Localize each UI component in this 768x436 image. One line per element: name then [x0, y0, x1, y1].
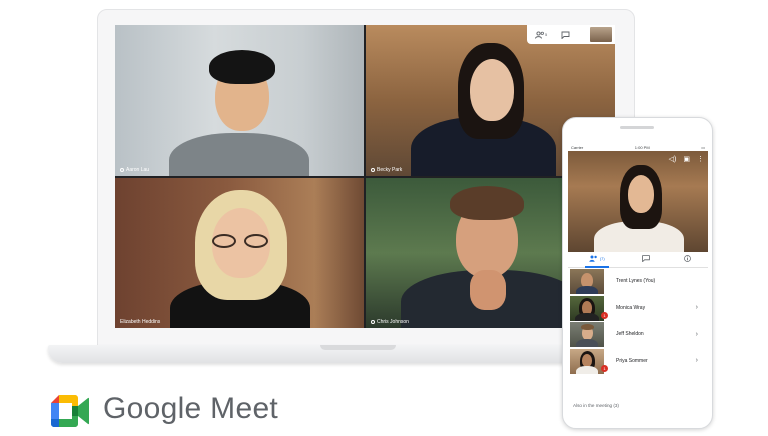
mic-icon — [120, 168, 124, 172]
people-icon[interactable]: 5 — [535, 30, 547, 39]
participant-list: Trent Lynes (You) 1 Monica Wray › Jeff S… — [568, 268, 708, 374]
phone-screen: Carrier 1:00 PM ▭ ◁) ▣ ⋮ (7) Trent Lynes… — [568, 144, 708, 408]
participant-name: Aaron Lau — [120, 167, 149, 173]
mic-icon — [371, 168, 375, 172]
phone-video-controls: ◁) ▣ ⋮ — [669, 155, 704, 163]
tab-people[interactable]: (7) — [584, 252, 609, 268]
chevron-right-icon[interactable]: › — [696, 357, 698, 364]
status-bar: Carrier 1:00 PM ▭ — [568, 144, 708, 151]
participant-name: Chris Johnson — [371, 319, 409, 325]
chevron-right-icon[interactable]: › — [696, 331, 698, 338]
list-item[interactable]: 1 Monica Wray › — [568, 295, 708, 322]
carrier-label: Carrier — [571, 145, 584, 150]
captions-icon[interactable]: ▣ — [683, 155, 690, 163]
meet-video-grid: Aaron Lau Becky Park Elizabeth Heddins C… — [115, 25, 615, 328]
tab-chat[interactable] — [642, 255, 651, 264]
brand-name: Google Meet — [103, 392, 279, 425]
avatar — [570, 348, 604, 374]
also-in-meeting[interactable]: Also in the meeting (3) — [573, 403, 619, 408]
clock: 1:00 PM — [634, 145, 650, 150]
participant-tile[interactable]: Elizabeth Heddins — [115, 178, 364, 328]
tab-info[interactable] — [684, 255, 691, 264]
mic-icon — [371, 320, 375, 324]
avatar — [570, 269, 604, 294]
notification-badge: 1 — [601, 311, 608, 319]
phone-speaker — [620, 126, 654, 129]
participant-tile[interactable]: Aaron Lau — [115, 25, 364, 176]
google-meet-logo-icon — [51, 395, 89, 427]
list-item[interactable]: 1 Priya Sommer › — [568, 348, 708, 375]
chat-icon[interactable] — [561, 31, 570, 39]
self-view-thumbnail[interactable] — [590, 27, 612, 42]
more-options-icon[interactable]: ⋮ — [697, 155, 704, 163]
phone-frame: Carrier 1:00 PM ▭ ◁) ▣ ⋮ (7) Trent Lynes… — [562, 117, 713, 429]
participant-name: Elizabeth Heddins — [120, 319, 161, 325]
active-speaker-video[interactable]: ◁) ▣ ⋮ — [568, 151, 708, 252]
avatar — [570, 295, 604, 321]
laptop-notch — [320, 345, 396, 350]
notification-badge: 1 — [601, 364, 608, 372]
chevron-right-icon[interactable]: › — [696, 304, 698, 311]
list-item[interactable]: Jeff Sheldon › — [568, 321, 708, 348]
audio-icon[interactable]: ◁) — [669, 155, 677, 163]
phone-tabs: (7) — [568, 252, 708, 268]
participant-name: Becky Park — [371, 167, 402, 173]
battery-icon: ▭ — [701, 145, 705, 150]
avatar — [570, 322, 604, 347]
list-item[interactable]: Trent Lynes (You) — [568, 268, 708, 295]
meeting-top-bar: 5 — [527, 25, 615, 44]
